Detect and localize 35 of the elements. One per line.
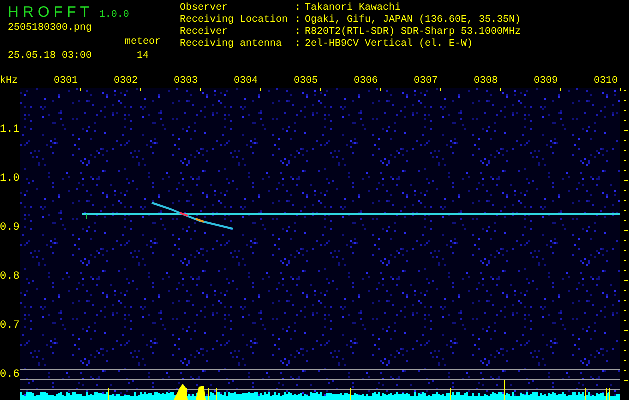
time-axis-label: 0301 (52, 76, 79, 88)
info-separator: : (295, 27, 302, 39)
info-separator: : (295, 3, 302, 15)
frequency-unit: kHz (0, 76, 20, 88)
time-axis-label: 0307 (412, 76, 439, 88)
time-axis-label: 0303 (172, 76, 199, 88)
time-axis-label: 0302 (112, 76, 139, 88)
app-version: 1.0.0 (99, 10, 130, 21)
info-label: Receiving antenna (180, 39, 284, 51)
file-name: 2505180300.png (8, 23, 94, 35)
frequency-axis-label: 0.6 (0, 368, 20, 384)
time-axis-label: 0308 (472, 76, 499, 88)
info-label: Observer (180, 3, 230, 14)
info-value: Takanori Kawachi (305, 3, 402, 14)
frequency-axis-label: 0.7 (0, 319, 20, 334)
info-separator: : (295, 39, 302, 51)
info-value: R820T2(RTL-SDR) SDR-Sharp 53.1000MHz (305, 27, 522, 38)
info-value: Ogaki, Gifu, JAPAN (136.60E, 35.35N) (305, 15, 522, 26)
info-label: Receiving Location (180, 15, 290, 26)
frequency-axis-label: 0.8 (0, 270, 20, 286)
time-axis-label: 0310 (592, 76, 619, 88)
count-label: meteor (124, 37, 162, 49)
info-label: Receiver (180, 27, 230, 38)
timestamp: 25.05.18 03:00 (8, 51, 94, 63)
time-axis-label: 0305 (292, 76, 319, 88)
app-title: H R O F F T (8, 4, 90, 21)
frequency-axis-label: 0.9 (0, 220, 20, 236)
time-axis-label: 0306 (352, 76, 379, 88)
info-value: 2el-HB9CV Vertical (el. E-W) (305, 39, 474, 51)
frequency-axis-label: 1.0 (0, 172, 20, 187)
time-axis-label: 0309 (532, 76, 559, 88)
info-separator: : (295, 15, 302, 27)
time-axis-label: 0304 (232, 76, 259, 88)
frequency-axis-label: 1.1 (0, 122, 20, 138)
meteor-count: 14 (136, 51, 150, 63)
